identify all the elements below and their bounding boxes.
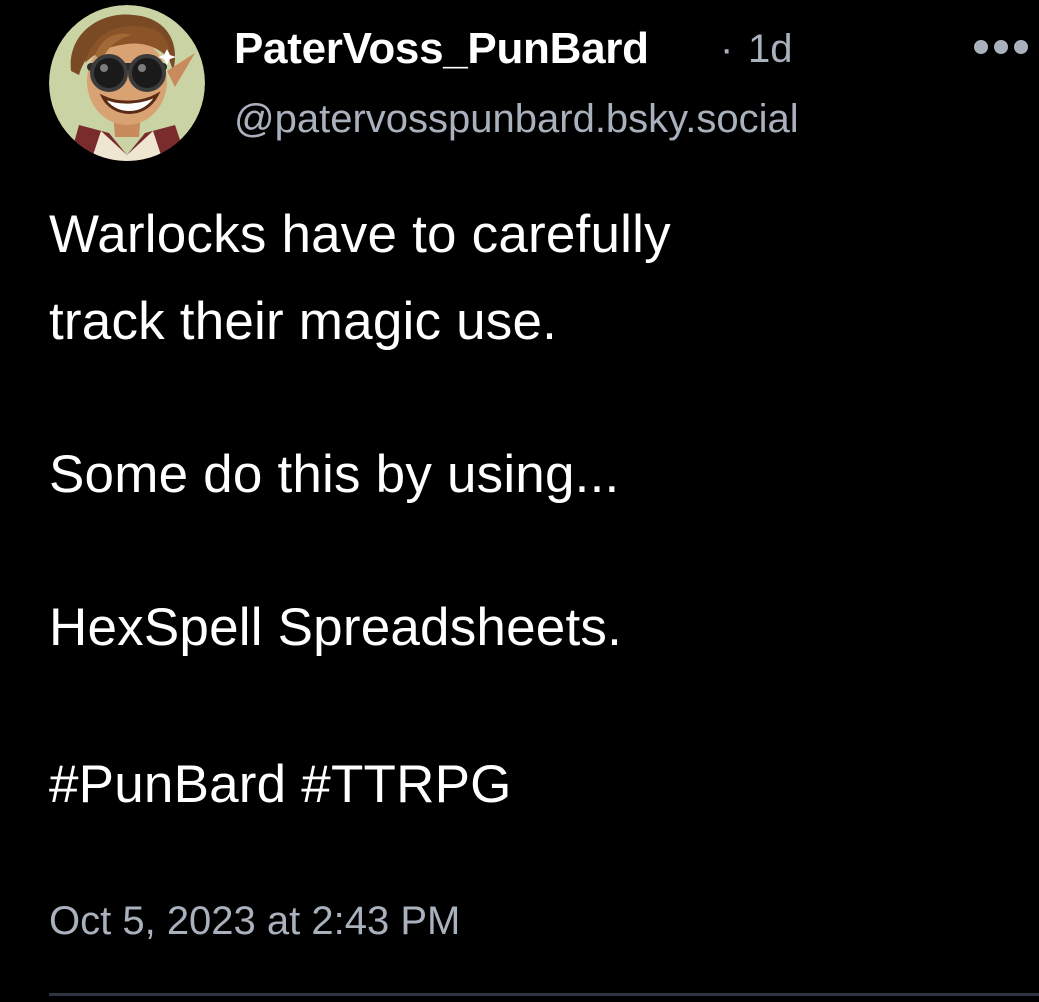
author-display-name[interactable]: PaterVoss_PunBard: [234, 22, 649, 76]
author-handle[interactable]: @patervosspunbard.bsky.social: [234, 94, 799, 144]
post-text-line: Some do this by using...: [49, 445, 620, 504]
post-text-line: track their magic use.: [49, 292, 558, 351]
post: PaterVoss_PunBard · 1d @patervosspunbard…: [0, 0, 1039, 1002]
post-text-line: HexSpell Spreadsheets.: [49, 598, 623, 657]
more-options-button[interactable]: [970, 30, 1032, 64]
hashtag-link-ttrpg[interactable]: #TTRPG: [301, 755, 511, 814]
post-text-line: Warlocks have to carefully: [49, 205, 671, 264]
ellipsis-icon: [974, 40, 1028, 54]
divider: [49, 993, 1039, 996]
author-avatar[interactable]: [49, 5, 205, 161]
hashtag-link-punbard[interactable]: #PunBard: [49, 755, 286, 814]
post-timestamp: Oct 5, 2023 at 2:43 PM: [49, 899, 461, 943]
avatar-illustration-icon: [49, 5, 205, 161]
post-hashtags: #PunBard #TTRPG: [49, 753, 512, 817]
meta-separator: ·: [720, 27, 734, 71]
post-age[interactable]: 1d: [748, 22, 793, 76]
